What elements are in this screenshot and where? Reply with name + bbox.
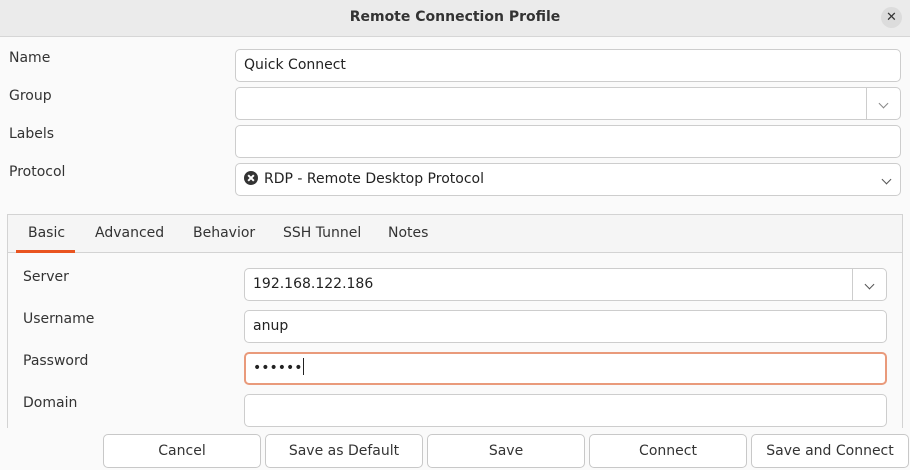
username-label: Username [23,311,95,327]
protocol-value: RDP - Remote Desktop Protocol [264,171,484,187]
group-dropdown-button[interactable] [866,88,900,119]
server-value: 192.168.122.186 [253,276,374,292]
tab-notes[interactable]: Notes [388,225,428,241]
tab-behavior[interactable]: Behavior [193,225,255,241]
password-value: •••••• [253,360,303,376]
server-label: Server [23,269,69,285]
cancel-button[interactable]: Cancel [103,434,261,468]
close-button[interactable]: ✕ [881,7,902,28]
username-value: anup [253,318,289,334]
server-dropdown-button[interactable] [852,269,886,300]
labels-label: Labels [9,126,55,142]
password-field[interactable]: •••••• [244,352,887,385]
domain-label: Domain [23,395,78,411]
protocol-dropdown-arrow[interactable] [881,164,892,195]
chevron-down-icon [878,98,889,109]
protocol-icon [244,171,258,185]
domain-field[interactable] [244,394,887,427]
settings-notebook: Basic Advanced Behavior SSH Tunnel Notes… [7,214,903,444]
group-label: Group [9,88,52,104]
save-and-connect-button[interactable]: Save and Connect [751,434,909,468]
title-bar: Remote Connection Profile ✕ [0,0,910,37]
save-as-default-button[interactable]: Save as Default [265,434,423,468]
labels-field[interactable] [235,125,901,158]
tab-basic[interactable]: Basic [28,225,65,241]
name-label: Name [9,50,51,66]
window-title: Remote Connection Profile [349,9,561,25]
chevron-down-icon [881,174,892,185]
active-tab-indicator [16,250,75,253]
server-combo[interactable]: 192.168.122.186 [244,268,887,301]
tab-advanced[interactable]: Advanced [95,225,164,241]
text-cursor [302,358,304,375]
username-field[interactable]: anup [244,310,887,343]
password-label: Password [23,353,89,369]
close-icon: ✕ [886,10,897,25]
tab-ssh-tunnel[interactable]: SSH Tunnel [283,225,361,241]
name-field[interactable]: Quick Connect [235,49,901,82]
connect-button[interactable]: Connect [589,434,747,468]
save-button[interactable]: Save [427,434,585,468]
protocol-label: Protocol [9,164,66,180]
group-combo[interactable] [235,87,901,120]
name-value: Quick Connect [244,57,346,73]
protocol-select[interactable]: RDP - Remote Desktop Protocol [235,163,901,196]
chevron-down-icon [864,279,875,290]
tab-bar: Basic Advanced Behavior SSH Tunnel Notes [8,215,902,253]
